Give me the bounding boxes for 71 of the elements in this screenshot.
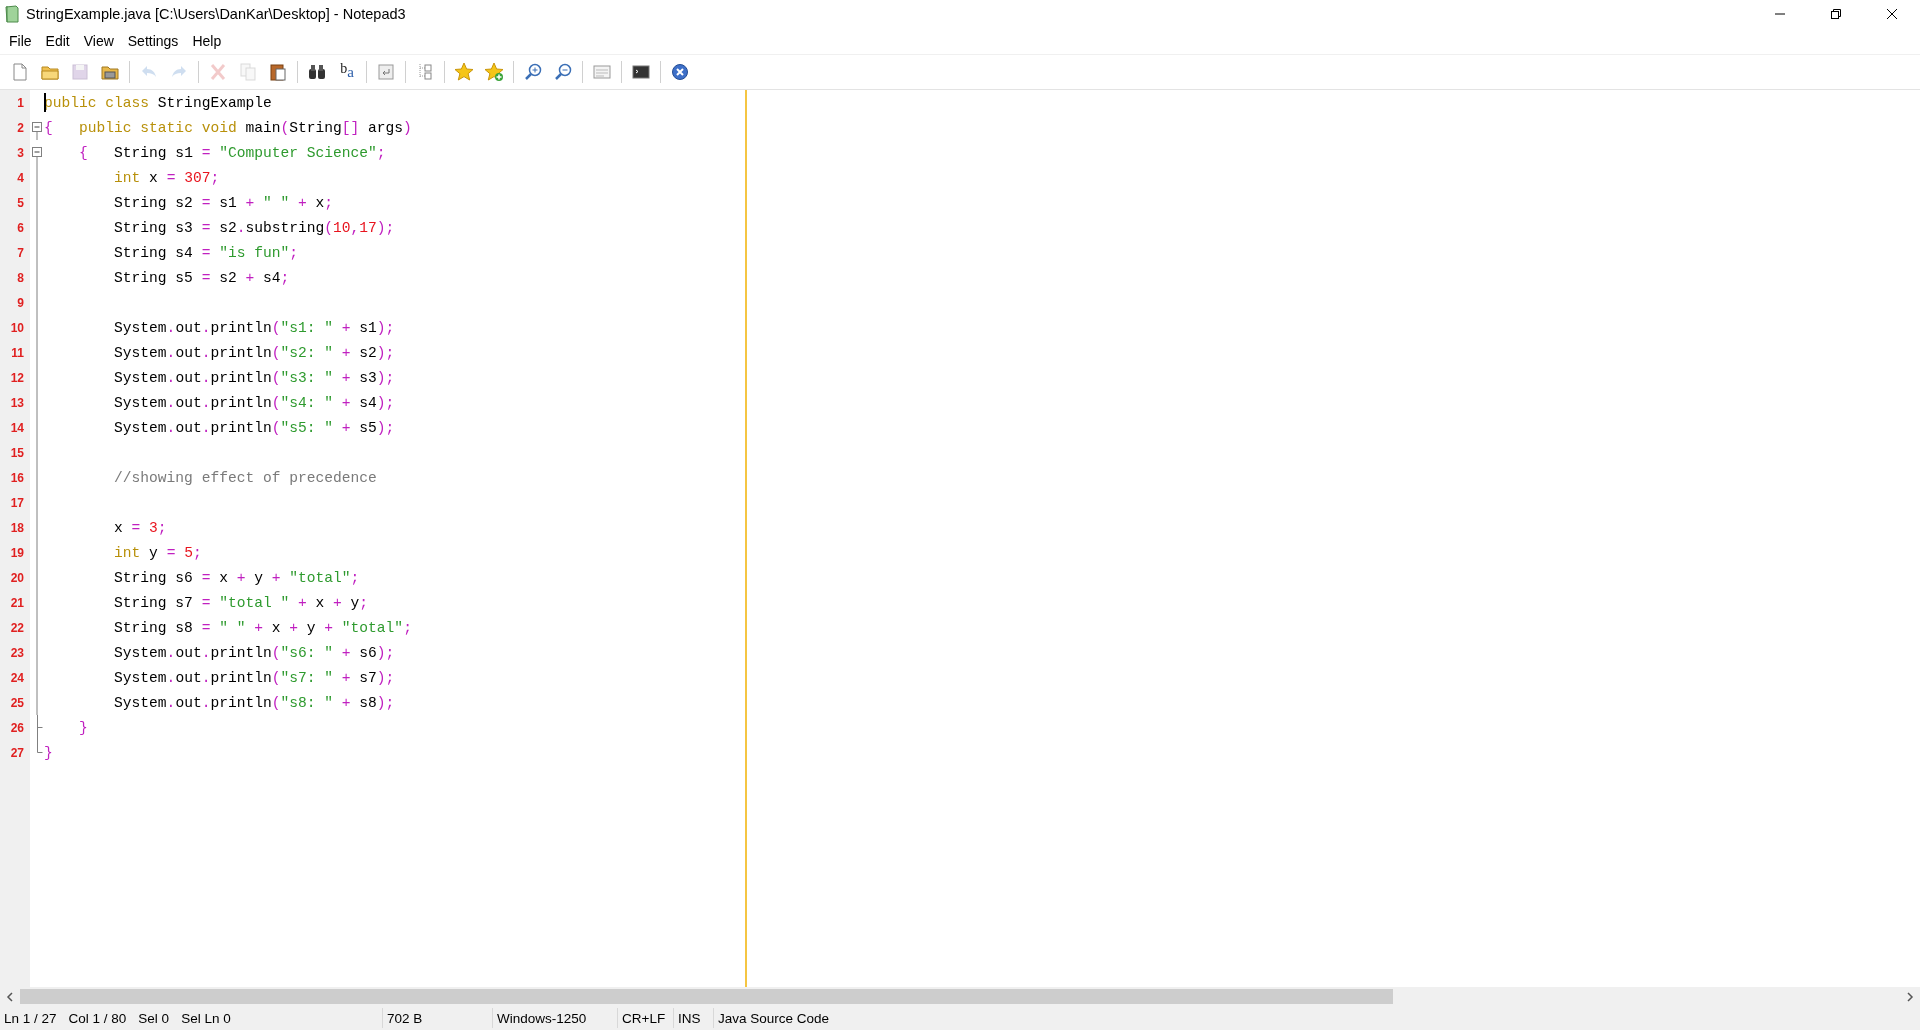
status-text: CR+LF [622,1010,666,1026]
close-icon [1886,8,1898,20]
line-number: 6 [16,220,25,235]
line-number: 10 [9,320,25,335]
line-number: 19 [9,545,25,560]
line-number: 3 [16,145,25,160]
menu-item[interactable]: View [76,31,121,51]
line-number: 2 [16,120,25,135]
line-number: 15 [9,445,25,460]
line-number: 9 [16,295,25,310]
line-number: 27 [9,745,25,760]
code-line: String s4 = "is fun"; [113,244,298,261]
code-line: int x = 307; [113,169,220,186]
code-line: { String s1 = "Computer Science"; [78,144,386,161]
restore-icon [1830,8,1842,20]
notepad-icon [4,5,20,23]
menu-item[interactable]: File [2,31,39,51]
code-line: //showing effect of precedence [113,469,377,486]
line-number: 7 [16,245,25,260]
code-line: String s8 = " " + x + y + "total"; [113,619,412,636]
status-text: Java Source Code [718,1010,830,1026]
line-number: 21 [9,595,25,610]
line-number: 4 [16,170,25,185]
code-line: System.out.println("s6: " + s6); [113,644,395,661]
line-number: 20 [9,570,25,585]
code-line: String s5 = s2 + s4; [113,269,290,286]
status-text: Sel Ln 0 [181,1010,231,1026]
line-number: 13 [9,395,25,410]
line-number: 12 [9,370,25,385]
line-number: 8 [16,270,25,285]
scrollbar-thumb[interactable] [20,989,1393,1004]
code-line: } [44,744,53,761]
line-number: 23 [9,645,25,660]
code-line: String s7 = "total " + x + y; [113,594,369,611]
code-line: System.out.println("s5: " + s5); [113,419,395,436]
code-line: String s3 = s2.substring(10,17); [113,219,395,236]
line-number: 17 [9,495,25,510]
line-number: 26 [9,720,25,735]
code-line: int y = 5; [113,544,202,561]
code-line: x = 3; [113,519,167,536]
status-text: Sel 0 [138,1010,170,1026]
status-text: Col 1 / 80 [68,1010,127,1026]
line-number: 25 [9,695,25,710]
code-line: { public static void main(String[] args) [44,119,412,136]
line-number: 1 [16,95,25,110]
status-text: 702 B [387,1010,423,1026]
code-line: String s6 = x + y + "total"; [113,569,360,586]
line-number: 16 [9,470,25,485]
chevron-left-icon [6,991,14,1002]
code-line: System.out.println("s7: " + s7); [113,669,395,686]
line-number: 11 [10,345,25,360]
menu-item[interactable]: Edit [38,31,77,51]
chevron-right-icon [1906,991,1914,1002]
code-line: String s2 = s1 + " " + x; [113,194,334,211]
code-line: System.out.println("s3: " + s3); [113,369,395,386]
code-line: System.out.println("s4: " + s4); [113,394,395,411]
menu-item[interactable]: Settings [120,31,186,51]
menu-item[interactable]: Help [185,31,229,51]
status-text: Windows-1250 [497,1010,587,1026]
line-number: 14 [9,420,25,435]
line-number: 22 [9,620,25,635]
code-line: System.out.println("s2: " + s2); [113,344,395,361]
code-line: System.out.println("s8: " + s8); [113,694,395,711]
status-text: Ln 1 / 27 [4,1010,57,1026]
status-text: INS [678,1010,701,1026]
line-number: 18 [9,520,25,535]
line-number: 5 [16,195,25,210]
window-title: StringExample.java [C:\Users\DanKar\Desktop] - Notepad3 [26,6,407,22]
code-line: } [78,719,88,736]
line-number: 24 [9,670,25,685]
code-line: System.out.println("s1: " + s1); [113,319,395,336]
